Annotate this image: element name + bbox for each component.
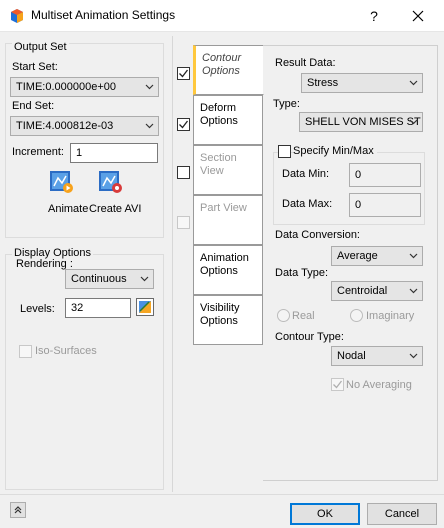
type-dropdown[interactable]: SHELL VON MISES ST: [299, 112, 423, 132]
animate-icon: [50, 171, 73, 193]
chevron-down-icon: [409, 353, 418, 359]
chevron-down-icon: [409, 253, 418, 259]
specify-minmax-checkbox[interactable]: [278, 145, 291, 158]
increment-label: Increment:: [12, 146, 64, 158]
contour-type-dropdown[interactable]: Nodal: [331, 346, 423, 366]
animate-button[interactable]: [48, 168, 74, 194]
output-set-label: Output Set: [12, 41, 69, 53]
create-avi-icon: [99, 171, 122, 193]
real-radio[interactable]: [277, 309, 290, 322]
levels-label: Levels:: [20, 303, 55, 315]
data-min-input[interactable]: 0: [349, 163, 421, 187]
tab-animation-options[interactable]: Animation Options: [193, 245, 263, 295]
specify-minmax-label: Specify Min/Max: [293, 145, 377, 157]
data-type-label: Data Type:: [275, 267, 328, 279]
data-type-dropdown[interactable]: Centroidal: [331, 281, 423, 301]
imaginary-radio[interactable]: [350, 309, 363, 322]
real-label: Real: [292, 310, 315, 322]
end-set-label: End Set:: [12, 100, 55, 112]
start-set-value: TIME:0.000000e+00: [16, 81, 116, 93]
chevron-down-icon: [140, 276, 149, 282]
divider: [172, 36, 173, 492]
chevron-down-icon: [145, 84, 154, 90]
data-min-label: Data Min:: [282, 168, 330, 180]
check-icon: [179, 69, 189, 78]
display-options-group: [5, 254, 164, 490]
chevron-down-icon: [145, 123, 154, 129]
tab-deform-options[interactable]: Deform Options: [193, 95, 263, 145]
start-set-dropdown[interactable]: TIME:0.000000e+00: [10, 77, 159, 97]
tab-checkbox-contour[interactable]: [177, 67, 190, 80]
no-averaging-label: No Averaging: [346, 379, 412, 391]
animate-label: Animate: [48, 203, 89, 215]
check-icon: [179, 120, 189, 129]
data-max-input[interactable]: 0: [349, 193, 421, 217]
close-button[interactable]: [401, 4, 435, 28]
no-averaging-checkbox[interactable]: [331, 378, 344, 391]
close-icon: [412, 10, 424, 22]
help-button[interactable]: ?: [359, 5, 389, 27]
data-conversion-dropdown[interactable]: Average: [331, 246, 423, 266]
chevron-down-icon: [409, 288, 418, 294]
levels-color-button[interactable]: [136, 298, 154, 316]
increment-input[interactable]: 1: [70, 143, 158, 163]
tab-contour-options[interactable]: Contour Options: [193, 45, 264, 95]
result-data-dropdown[interactable]: Stress: [301, 73, 423, 93]
create-avi-button[interactable]: [97, 168, 123, 194]
data-max-label: Data Max:: [282, 198, 333, 210]
double-chevron-up-icon: [14, 506, 22, 514]
tab-checkbox-section-view[interactable]: [177, 166, 190, 179]
tab-checkbox-deform[interactable]: [177, 118, 190, 131]
expand-button[interactable]: [10, 502, 26, 518]
end-set-value: TIME:4.000812e-03: [16, 120, 114, 132]
data-conversion-label: Data Conversion:: [275, 229, 360, 241]
start-set-label: Start Set:: [12, 61, 58, 73]
iso-surfaces-checkbox[interactable]: [19, 345, 32, 358]
iso-surfaces-label: Iso-Surfaces: [35, 345, 97, 357]
levels-input[interactable]: 32: [65, 298, 131, 318]
type-label: Type:: [273, 98, 300, 110]
rendering-value: Continuous: [71, 273, 127, 285]
chevron-down-icon: [409, 119, 418, 125]
end-set-dropdown[interactable]: TIME:4.000812e-03: [10, 116, 159, 136]
color-palette-icon: [136, 298, 154, 316]
imaginary-label: Imaginary: [366, 310, 415, 322]
result-data-label: Result Data:: [275, 57, 336, 69]
rendering-dropdown[interactable]: Continuous: [65, 269, 154, 289]
ok-button[interactable]: OK: [290, 503, 360, 525]
tab-visibility-options[interactable]: Visibility Options: [193, 295, 263, 345]
create-avi-label: Create AVI: [89, 203, 142, 215]
chevron-down-icon: [409, 80, 418, 86]
tab-checkbox-part-view[interactable]: [177, 216, 190, 229]
tab-part-view[interactable]: Part View: [193, 195, 263, 245]
cancel-button[interactable]: Cancel: [367, 503, 437, 525]
contour-type-label: Contour Type:: [275, 331, 344, 343]
app-icon: [9, 8, 25, 24]
footer-divider: [0, 494, 444, 495]
check-icon: [333, 380, 343, 389]
tab-section-view[interactable]: Section View: [193, 145, 263, 195]
window-title: Multiset Animation Settings: [31, 8, 176, 22]
